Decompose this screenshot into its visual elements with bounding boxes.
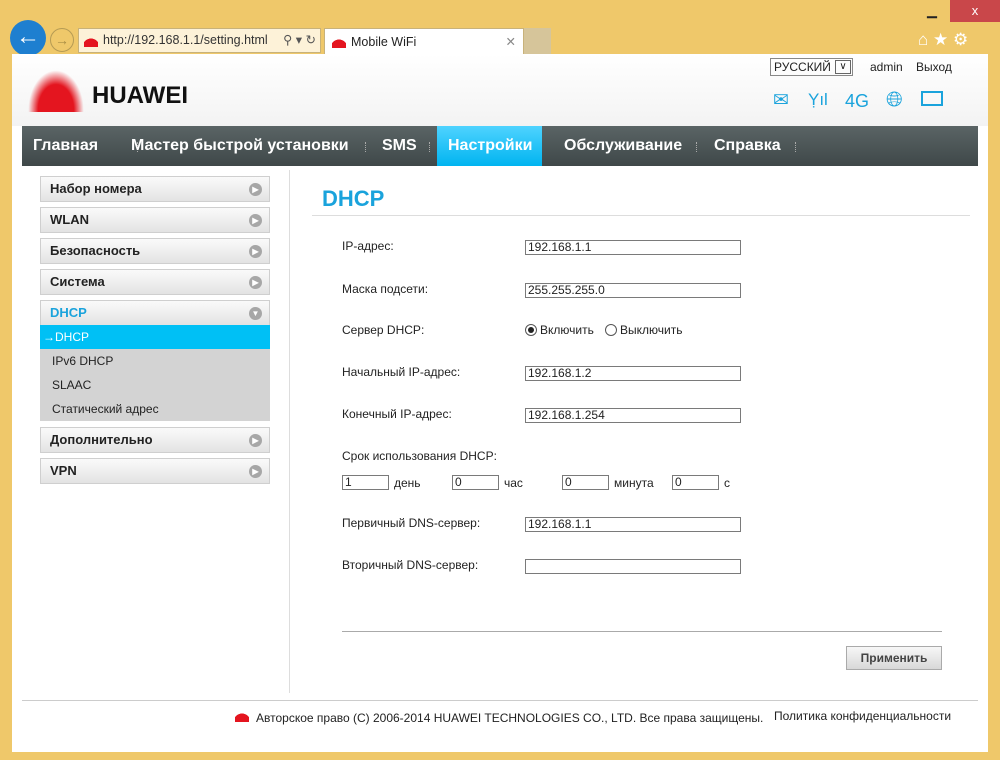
- start-ip-label: Начальный IP-адрес:: [342, 365, 461, 379]
- chevron-right-icon: ▶: [249, 183, 262, 196]
- lease-days-unit: день: [394, 476, 421, 490]
- radio-disable[interactable]: Выключить: [605, 323, 682, 337]
- brand-name: HUAWEI: [92, 82, 188, 109]
- sidebar-item-dhcp[interactable]: DHCP ▼: [40, 300, 270, 326]
- nav-help[interactable]: Справка: [703, 126, 792, 166]
- chevron-right-icon: ▶: [249, 434, 262, 447]
- browser-tab[interactable]: Mobile WiFi ✕: [324, 28, 524, 55]
- signal-icon: Ỵıl: [808, 90, 828, 109]
- huawei-logo-icon: [28, 70, 84, 112]
- username: admin: [870, 60, 903, 74]
- home-star-gear-icons[interactable]: ⌂ ★ ⚙: [918, 30, 968, 50]
- url-text: http://192.168.1.1/setting.html: [103, 33, 268, 47]
- mask-label: Маска подсети:: [342, 282, 429, 296]
- sidebar-item-vpn[interactable]: VPN ▶: [40, 458, 270, 484]
- sidebar-item-security[interactable]: Безопасность ▶: [40, 238, 270, 264]
- lease-hours-unit: час: [504, 476, 523, 490]
- device-icon: [921, 91, 943, 106]
- dns2-label: Вторичный DNS-сервер:: [342, 558, 479, 572]
- radio-enable[interactable]: Включить: [525, 323, 594, 337]
- sidebar-item-dialup[interactable]: Набор номера ▶: [40, 176, 270, 202]
- close-button[interactable]: x: [950, 0, 1000, 22]
- chevron-right-icon: ▶: [249, 214, 262, 227]
- chevron-right-icon: ▶: [249, 465, 262, 478]
- language-select[interactable]: РУССКИЙ ∨: [770, 58, 853, 76]
- globe-icon: 🌐︎: [886, 88, 903, 111]
- main-nav: Главная Мастер быстрой установки SMS Нас…: [22, 126, 978, 166]
- sidebar-subitem-ipv6[interactable]: IPv6 DHCP: [40, 349, 270, 373]
- huawei-logo-icon: [235, 710, 249, 722]
- sidebar-subitem-static[interactable]: Статический адрес: [40, 397, 270, 421]
- close-tab-icon[interactable]: ✕: [506, 29, 516, 55]
- new-tab-button[interactable]: [524, 28, 551, 55]
- back-button[interactable]: ←: [10, 20, 46, 56]
- sidebar-item-wlan[interactable]: WLAN ▶: [40, 207, 270, 233]
- apply-button[interactable]: Применить: [846, 646, 942, 670]
- dns1-label: Первичный DNS-сервер:: [342, 516, 481, 530]
- sidebar-item-advanced[interactable]: Дополнительно ▶: [40, 427, 270, 453]
- nav-wizard[interactable]: Мастер быстрой установки: [120, 126, 360, 166]
- page-title: DHCP: [322, 186, 385, 211]
- privacy-link[interactable]: Политика конфиденциальности: [774, 709, 951, 723]
- dhcp-server-label: Сервер DHCP:: [342, 323, 425, 337]
- nav-maintenance[interactable]: Обслуживание: [553, 126, 693, 166]
- end-ip-input[interactable]: 192.168.1.254: [525, 408, 741, 423]
- sidebar-item-system[interactable]: Система ▶: [40, 269, 270, 295]
- mail-icon[interactable]: ✉: [773, 89, 789, 112]
- nav-settings[interactable]: Настройки: [437, 126, 542, 166]
- favicon-icon: [332, 36, 346, 48]
- copyright: Авторское право (C) 2006-2014 HUAWEI TEC…: [256, 711, 764, 725]
- lease-minutes-input[interactable]: 0: [562, 475, 609, 490]
- search-refresh-icon[interactable]: ⚲ ▾ ↻: [283, 29, 316, 52]
- logout-link[interactable]: Выход: [916, 60, 952, 74]
- network-type: 4G: [845, 91, 870, 111]
- lease-seconds-unit: с: [724, 476, 730, 490]
- chevron-down-icon: ▼: [249, 307, 262, 320]
- tab-title: Mobile WiFi: [351, 35, 417, 49]
- nav-home[interactable]: Главная: [22, 126, 109, 166]
- lease-minutes-unit: минута: [614, 476, 654, 490]
- lease-label: Срок использования DHCP:: [342, 449, 497, 463]
- lease-seconds-input[interactable]: 0: [672, 475, 719, 490]
- ip-label: IP-адрес:: [342, 239, 394, 253]
- forward-button[interactable]: →: [50, 28, 74, 52]
- sidebar-subitem-slaac[interactable]: SLAAC: [40, 373, 270, 397]
- dns1-input[interactable]: 192.168.1.1: [525, 517, 741, 532]
- end-ip-label: Конечный IP-адрес:: [342, 407, 452, 421]
- lease-hours-input[interactable]: 0: [452, 475, 499, 490]
- mask-input[interactable]: 255.255.255.0: [525, 283, 741, 298]
- lease-days-input[interactable]: 1: [342, 475, 389, 490]
- chevron-right-icon: ▶: [249, 245, 262, 258]
- nav-sms[interactable]: SMS: [371, 126, 428, 166]
- dns2-input[interactable]: [525, 559, 741, 574]
- favicon-icon: [84, 35, 98, 47]
- maximize-button[interactable]: [922, 0, 950, 22]
- sidebar-subitem-dhcp[interactable]: →DHCP: [40, 325, 270, 349]
- start-ip-input[interactable]: 192.168.1.2: [525, 366, 741, 381]
- address-bar[interactable]: http://192.168.1.1/setting.html ⚲ ▾ ↻: [78, 28, 321, 53]
- ip-input[interactable]: 192.168.1.1: [525, 240, 741, 255]
- chevron-right-icon: ▶: [249, 276, 262, 289]
